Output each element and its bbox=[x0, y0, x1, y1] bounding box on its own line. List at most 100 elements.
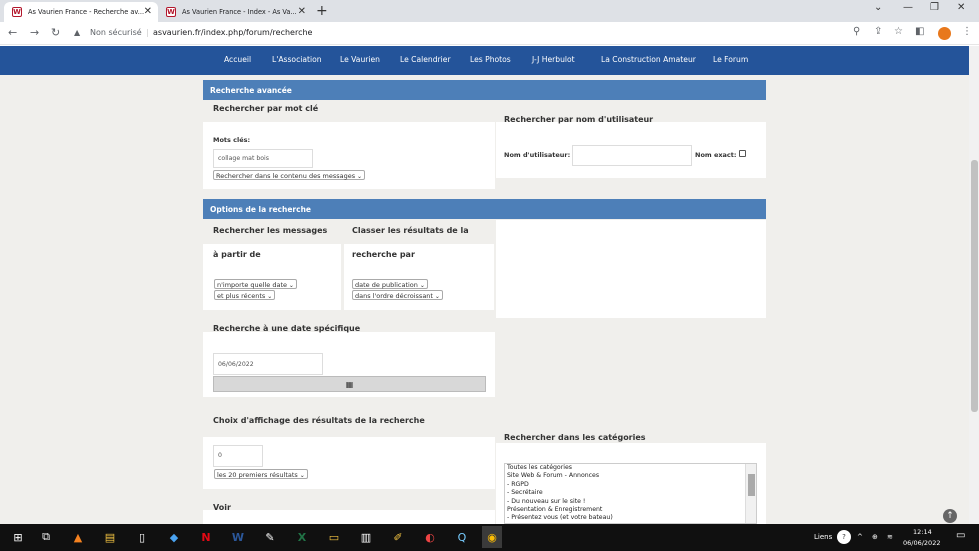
list-item[interactable]: Toutes les catégories bbox=[507, 464, 756, 472]
options-title: Options de la recherche bbox=[203, 199, 766, 219]
search-app-icon[interactable]: Q bbox=[454, 529, 470, 545]
file-explorer-icon[interactable]: ▤ bbox=[102, 529, 118, 545]
exact-name-checkbox[interactable] bbox=[739, 150, 746, 157]
site-favicon-icon: W bbox=[12, 7, 22, 17]
tab-title: As Vaurien France - Recherche av... bbox=[28, 8, 145, 16]
clock-date[interactable]: 06/06/2022 bbox=[903, 539, 940, 547]
url-divider: | bbox=[146, 28, 149, 37]
zoom-icon[interactable]: ⚲ bbox=[853, 26, 860, 37]
tab-title: As Vaurien France - Index - As Va... bbox=[182, 8, 297, 16]
messages-header: Rechercher les messages bbox=[213, 226, 328, 235]
close-tab-icon[interactable]: ✕ bbox=[144, 6, 152, 17]
site-menu-bar: Accueil L'Association Le Vaurien Le Cale… bbox=[0, 46, 969, 75]
user-label: Nom d'utilisateur: bbox=[504, 151, 571, 159]
keyword-input[interactable]: collage mat bois bbox=[213, 149, 313, 168]
liens-label[interactable]: Liens bbox=[814, 533, 832, 541]
page-scrollbar-thumb[interactable] bbox=[971, 160, 978, 412]
maximize-icon[interactable]: ❐ bbox=[930, 2, 939, 13]
warning-icon[interactable]: ▲ bbox=[74, 28, 80, 37]
windows-start-icon[interactable]: ⊞ bbox=[10, 529, 26, 545]
address-bar: ← → ↻ ▲ Non sécurisé | asvaurien.fr/inde… bbox=[0, 22, 979, 45]
tab-index[interactable]: W As Vaurien France - Index - As Va... ✕ bbox=[158, 2, 312, 22]
folder-icon[interactable]: ▭ bbox=[326, 529, 342, 545]
calendar-icon: ▦ bbox=[345, 379, 354, 389]
sidebar-icon[interactable]: ◧ bbox=[915, 26, 924, 37]
messages-header-2: à partir de bbox=[213, 250, 261, 259]
close-window-icon[interactable]: ✕ bbox=[957, 2, 965, 13]
menu-item-construction[interactable]: La Construction Amateur bbox=[601, 55, 696, 64]
voir-header: Voir bbox=[213, 503, 231, 512]
date-direction-select[interactable]: et plus récents bbox=[214, 290, 276, 300]
network-icon[interactable]: ⊕ bbox=[872, 533, 878, 541]
advanced-search-title: Recherche avancée bbox=[203, 80, 766, 100]
order-select[interactable]: dans l'ordre décroissant bbox=[352, 290, 443, 300]
notepad-icon[interactable]: ▯ bbox=[134, 529, 150, 545]
display-count-select[interactable]: les 20 premiers résultats bbox=[214, 469, 308, 479]
security-label[interactable]: Non sécurisé bbox=[90, 28, 142, 37]
menu-item-photos[interactable]: Les Photos bbox=[470, 55, 511, 64]
dropbox-icon[interactable]: ◆ bbox=[166, 529, 182, 545]
windows-taskbar: ⊞ ⧉ ▲ ▤ ▯ ◆ N W ✎ X ▭ ▥ ✐ ◐ Q ◉ Liens ? … bbox=[0, 524, 979, 551]
help-icon[interactable]: ? bbox=[837, 530, 851, 544]
wifi-icon[interactable]: ≋ bbox=[887, 533, 893, 541]
clock-time[interactable]: 12:14 bbox=[913, 528, 932, 536]
sort-header-2: recherche par bbox=[352, 250, 415, 259]
menu-item-herbulot[interactable]: J-J Herbulot bbox=[532, 55, 575, 64]
keyword-scope-select[interactable]: Rechercher dans le contenu des messages bbox=[213, 170, 366, 180]
sort-select[interactable]: date de publication bbox=[352, 279, 428, 289]
close-tab-icon[interactable]: ✕ bbox=[298, 6, 306, 17]
profile-avatar-icon[interactable] bbox=[938, 27, 951, 40]
menu-item-association[interactable]: L'Association bbox=[272, 55, 322, 64]
exact-name-label: Nom exact: bbox=[695, 151, 737, 159]
keyword-header: Rechercher par mot clé bbox=[213, 104, 319, 113]
calendar-button[interactable]: ▦ bbox=[213, 376, 486, 392]
scroll-to-top-icon[interactable]: ↑ bbox=[943, 509, 957, 523]
pen-icon[interactable]: ✐ bbox=[390, 529, 406, 545]
menu-item-vaurien[interactable]: Le Vaurien bbox=[340, 55, 380, 64]
minimize-icon[interactable]: — bbox=[903, 2, 913, 13]
reload-icon[interactable]: ↻ bbox=[51, 26, 60, 39]
paint-icon[interactable]: ✎ bbox=[262, 529, 278, 545]
user-header: Rechercher par nom d'utilisateur bbox=[504, 115, 654, 124]
app-icon[interactable]: ◐ bbox=[422, 529, 438, 545]
specific-date-input[interactable]: 06/06/2022 bbox=[213, 353, 323, 375]
sort-header: Classer les résultats de la bbox=[352, 226, 469, 235]
task-view-icon[interactable]: ⧉ bbox=[38, 529, 54, 545]
categories-listbox[interactable]: Toutes les catégories Site Web & Forum -… bbox=[504, 463, 757, 524]
menu-item-forum[interactable]: Le Forum bbox=[713, 55, 748, 64]
bookmark-star-icon[interactable]: ☆ bbox=[894, 26, 903, 37]
share-icon[interactable]: ⇪ bbox=[874, 26, 882, 37]
options-right-panel bbox=[496, 220, 766, 318]
list-item[interactable]: - Du nouveau sur le site ! bbox=[507, 498, 756, 506]
notification-icon[interactable]: ▭ bbox=[956, 530, 965, 541]
forward-icon[interactable]: → bbox=[30, 26, 39, 39]
tray-chevron-icon[interactable]: ^ bbox=[857, 533, 863, 541]
list-item[interactable]: Site Web & Forum - Annonces bbox=[507, 472, 756, 480]
url-field[interactable]: asvaurien.fr/index.php/forum/recherche bbox=[153, 28, 312, 37]
display-start-input[interactable]: 0 bbox=[213, 445, 263, 467]
list-item[interactable]: - Secrétaire bbox=[507, 489, 756, 497]
menu-item-accueil[interactable]: Accueil bbox=[224, 55, 251, 64]
document-icon[interactable]: ▥ bbox=[358, 529, 374, 545]
excel-icon[interactable]: X bbox=[294, 529, 310, 545]
list-item[interactable]: - Présentez vous (et votre bateau) bbox=[507, 514, 756, 522]
categories-header: Rechercher dans les catégories bbox=[504, 433, 646, 442]
tab-search-icon[interactable]: ⌄ bbox=[874, 2, 882, 13]
site-favicon-icon: W bbox=[166, 7, 176, 17]
netflix-icon[interactable]: N bbox=[198, 529, 214, 545]
word-icon[interactable]: W bbox=[230, 529, 246, 545]
username-input[interactable] bbox=[572, 145, 692, 166]
browser-menu-icon[interactable]: ⋮ bbox=[962, 26, 972, 37]
list-item[interactable]: - RGPD bbox=[507, 481, 756, 489]
tab-recherche[interactable]: W As Vaurien France - Recherche av... ✕ bbox=[4, 2, 158, 22]
keyword-label: Mots clés: bbox=[213, 136, 251, 144]
back-icon[interactable]: ← bbox=[8, 26, 17, 39]
new-tab-button[interactable]: + bbox=[316, 3, 328, 19]
chrome-icon[interactable]: ◉ bbox=[482, 526, 502, 548]
categories-scrollbar[interactable] bbox=[745, 464, 756, 523]
date-select[interactable]: n'importe quelle date bbox=[214, 279, 297, 289]
menu-item-calendrier[interactable]: Le Calendrier bbox=[400, 55, 451, 64]
vlc-icon[interactable]: ▲ bbox=[70, 529, 86, 545]
specific-date-header: Recherche à une date spécifique bbox=[213, 324, 361, 333]
display-header: Choix d'affichage des résultats de la re… bbox=[213, 416, 425, 425]
